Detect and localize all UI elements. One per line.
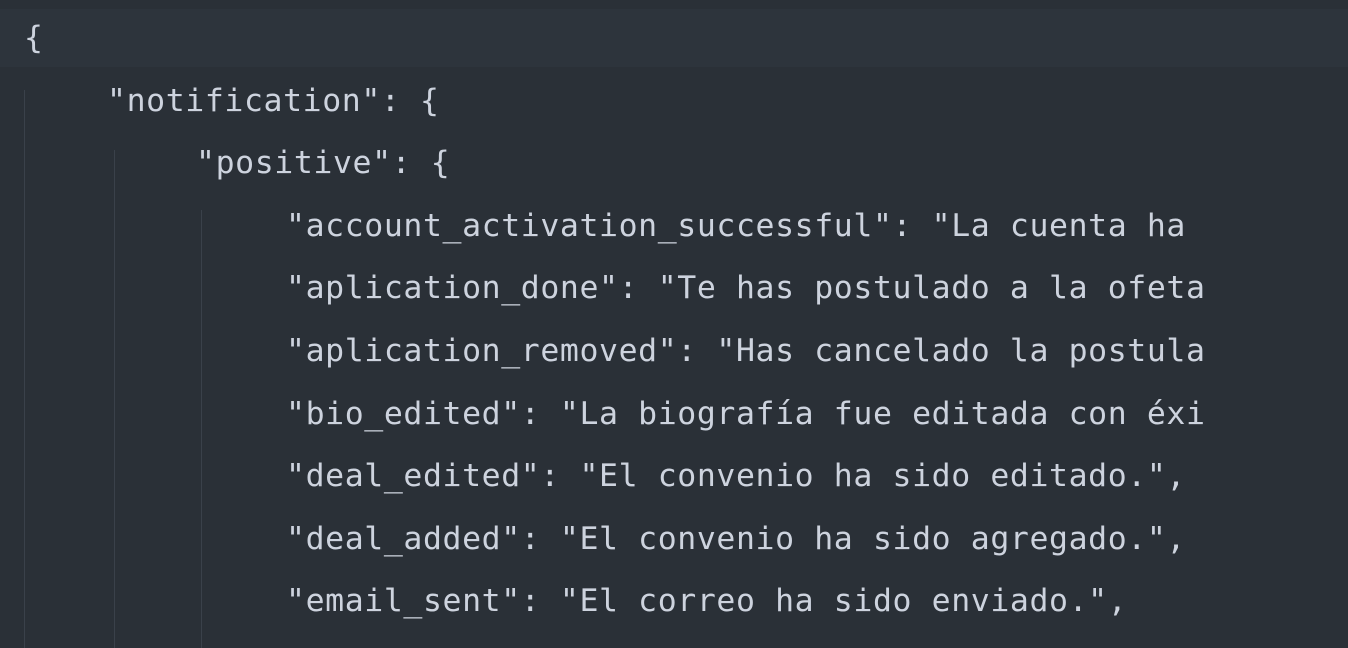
- code-line: "email_sent": "El correo ha sido enviado…: [286, 583, 1128, 619]
- code-line: {: [0, 9, 1348, 67]
- code-line: "positive": {: [196, 145, 451, 181]
- code-line: "deal_edited": "El convenio ha sido edit…: [286, 458, 1186, 494]
- code-line: "bio_edited": "La biografía fue editada …: [286, 396, 1206, 432]
- code-line: "deal_added": "El convenio ha sido agreg…: [286, 521, 1186, 557]
- code-line: "account_activation_successful": "La cue…: [286, 208, 1186, 244]
- code-area[interactable]: { "notification": { "positive": { "accou…: [0, 0, 1348, 648]
- code-line: "aplication_done": "Te has postulado a l…: [286, 270, 1206, 306]
- code-editor[interactable]: { "notification": { "positive": { "accou…: [0, 0, 1348, 648]
- code-line: "notification": {: [107, 83, 440, 119]
- code-line: "aplication_removed": "Has cancelado la …: [286, 333, 1206, 369]
